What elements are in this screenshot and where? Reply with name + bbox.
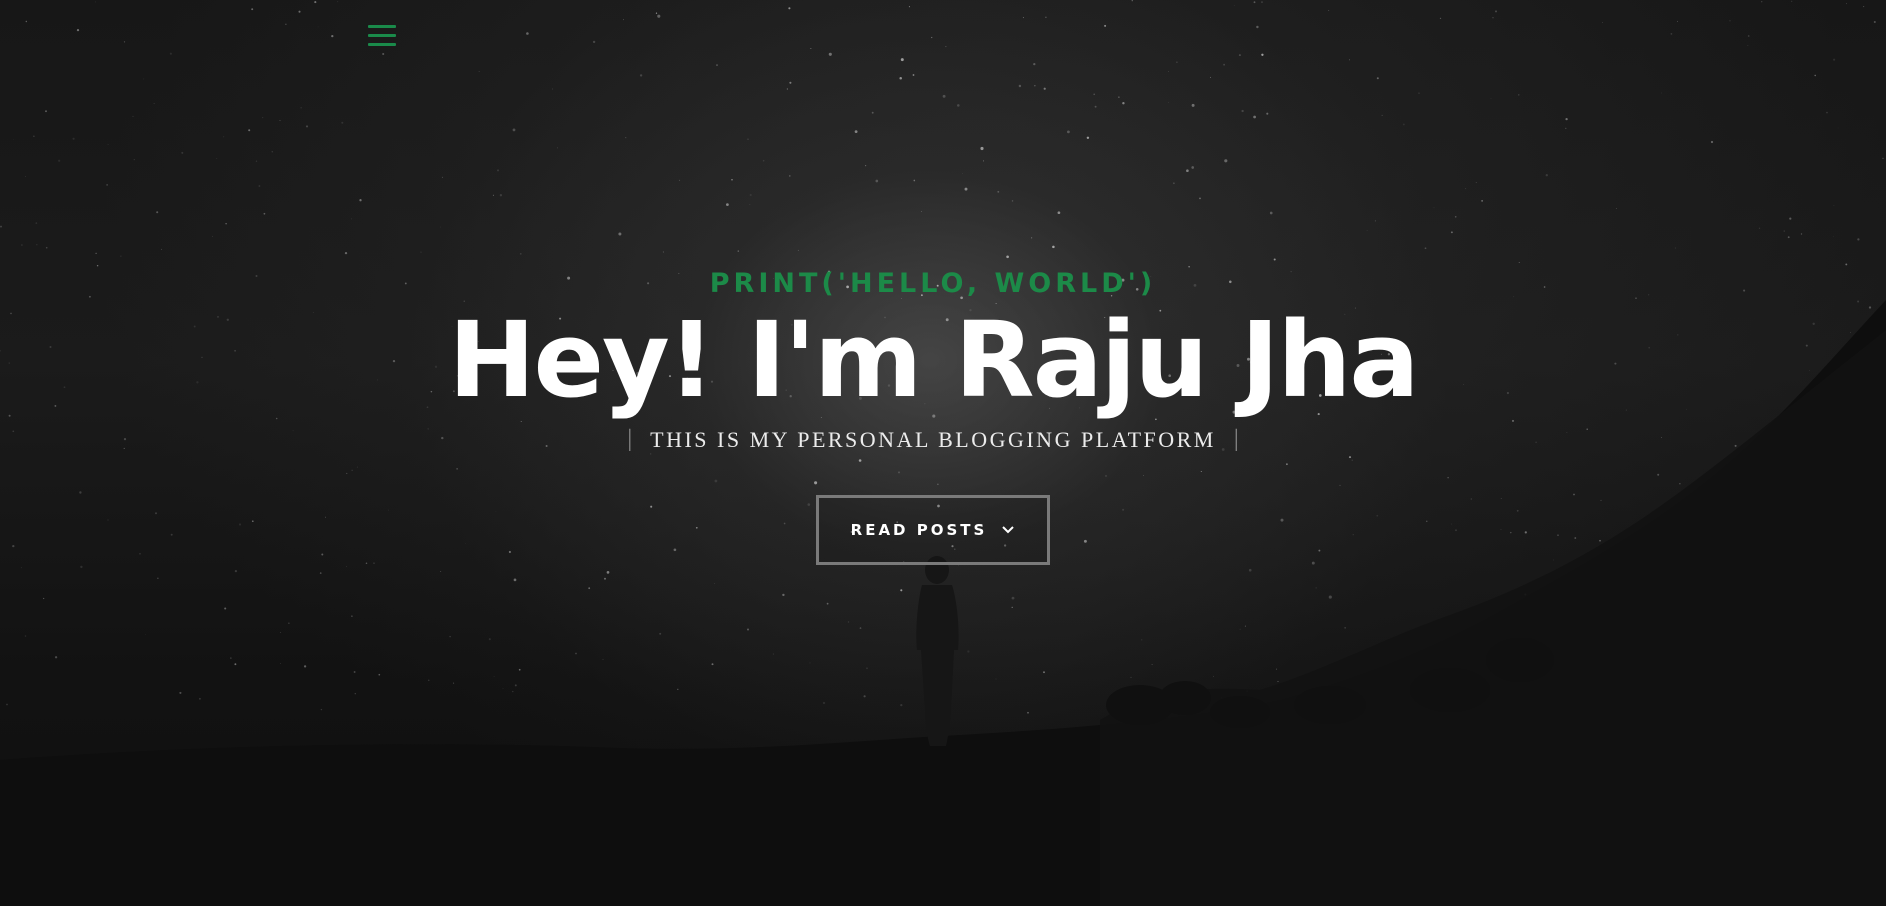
hero-title: Hey! I'm Raju Jha — [448, 299, 1419, 421]
read-posts-label: READ POSTS — [850, 521, 988, 539]
menu-bar-top — [368, 25, 396, 28]
subtitle-divider-left: | — [627, 426, 633, 452]
subtitle-divider-right: | — [1233, 426, 1239, 452]
hero-content: PRINT('HELLO, WORLD') Hey! I'm Raju Jha … — [0, 262, 1866, 565]
menu-bar-bottom — [368, 43, 396, 46]
standing-person-silhouette — [916, 556, 959, 746]
read-posts-button[interactable]: READ POSTS — [816, 495, 1050, 565]
chevron-down-icon — [1002, 526, 1015, 534]
menu-bar-middle — [368, 34, 396, 37]
hamburger-menu-icon[interactable] — [366, 22, 398, 52]
hero-subtitle: THIS IS MY PERSONAL BLOGGING PLATFORM — [650, 426, 1216, 452]
hero-section: PRINT('HELLO, WORLD') Hey! I'm Raju Jha … — [0, 0, 1886, 906]
hero-subtitle-row: | THIS IS MY PERSONAL BLOGGING PLATFORM … — [627, 426, 1238, 453]
